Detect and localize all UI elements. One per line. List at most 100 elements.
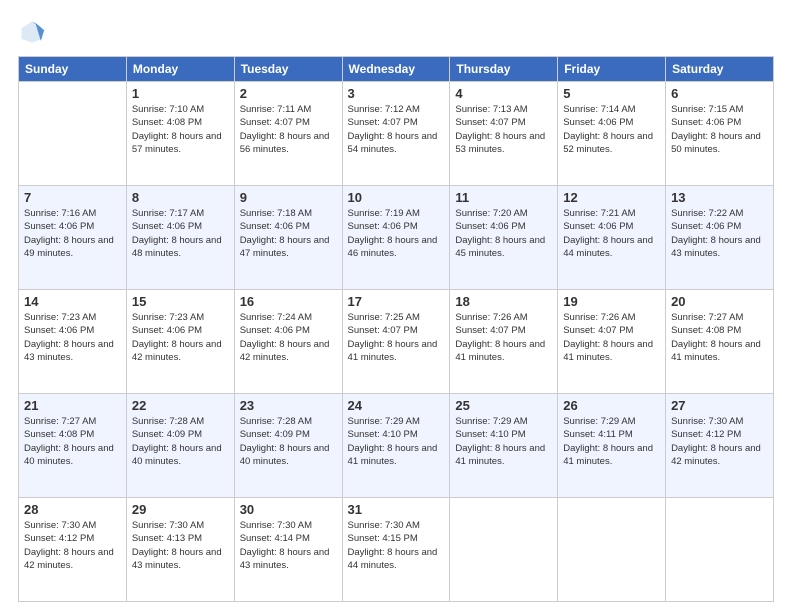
day-info: Sunrise: 7:28 AMSunset: 4:09 PMDaylight:… (240, 415, 337, 468)
calendar-cell: 7Sunrise: 7:16 AMSunset: 4:06 PMDaylight… (19, 186, 127, 290)
day-number: 25 (455, 398, 552, 413)
calendar-cell: 9 Sunrise: 7:18 AMSunset: 4:06 PMDaylight… (234, 186, 342, 290)
calendar-cell: 22 Sunrise: 7:28 AMSunset: 4:09 PMDayligh… (126, 394, 234, 498)
day-number: 12 (563, 190, 660, 205)
col-header-wednesday: Wednesday (342, 57, 450, 82)
day-number: 2 (240, 86, 337, 101)
logo-icon (18, 18, 46, 46)
calendar-cell: 19Sunrise: 7:26 AMSunset: 4:07 PMDayligh… (558, 290, 666, 394)
calendar-cell: 26Sunrise: 7:29 AMSunset: 4:11 PMDayligh… (558, 394, 666, 498)
day-number: 15 (132, 294, 229, 309)
day-info: Sunrise: 7:23 AMSunset: 4:06 PMDaylight:… (132, 311, 229, 364)
page: SundayMondayTuesdayWednesdayThursdayFrid… (0, 0, 792, 612)
calendar-cell (450, 498, 558, 602)
day-number: 5 (563, 86, 660, 101)
calendar-cell: 24 Sunrise: 7:29 AMSunset: 4:10 PMDayligh… (342, 394, 450, 498)
day-number: 22 (132, 398, 229, 413)
calendar-cell: 16Sunrise: 7:24 AMSunset: 4:06 PMDayligh… (234, 290, 342, 394)
day-info: Sunrise: 7:30 AMSunset: 4:15 PMDaylight:… (348, 519, 445, 572)
calendar-cell (666, 498, 774, 602)
col-header-tuesday: Tuesday (234, 57, 342, 82)
day-number: 29 (132, 502, 229, 517)
day-info: Sunrise: 7:23 AMSunset: 4:06 PMDaylight:… (24, 311, 121, 364)
calendar-cell: 5 Sunrise: 7:14 AMSunset: 4:06 PMDaylight… (558, 82, 666, 186)
calendar-cell: 6 Sunrise: 7:15 AMSunset: 4:06 PMDaylight… (666, 82, 774, 186)
col-header-monday: Monday (126, 57, 234, 82)
calendar-cell: 1 Sunrise: 7:10 AMSunset: 4:08 PMDaylight… (126, 82, 234, 186)
calendar-cell: 18 Sunrise: 7:26 AMSunset: 4:07 PMDayligh… (450, 290, 558, 394)
day-number: 19 (563, 294, 660, 309)
calendar-cell: 25Sunrise: 7:29 AMSunset: 4:10 PMDayligh… (450, 394, 558, 498)
day-number: 21 (24, 398, 121, 413)
day-number: 3 (348, 86, 445, 101)
day-number: 14 (24, 294, 121, 309)
calendar-cell: 17 Sunrise: 7:25 AMSunset: 4:07 PMDayligh… (342, 290, 450, 394)
day-number: 1 (132, 86, 229, 101)
day-info: Sunrise: 7:12 AMSunset: 4:07 PMDaylight:… (348, 103, 445, 156)
day-info: Sunrise: 7:21 AMSunset: 4:06 PMDaylight:… (563, 207, 660, 260)
day-info: Sunrise: 7:29 AMSunset: 4:11 PMDaylight:… (563, 415, 660, 468)
day-number: 10 (348, 190, 445, 205)
day-info: Sunrise: 7:17 AMSunset: 4:06 PMDaylight:… (132, 207, 229, 260)
calendar-header-row: SundayMondayTuesdayWednesdayThursdayFrid… (19, 57, 774, 82)
day-number: 11 (455, 190, 552, 205)
logo (18, 18, 50, 46)
calendar-cell: 27 Sunrise: 7:30 AMSunset: 4:12 PMDayligh… (666, 394, 774, 498)
calendar-cell: 14 Sunrise: 7:23 AMSunset: 4:06 PMDayligh… (19, 290, 127, 394)
day-number: 31 (348, 502, 445, 517)
col-header-friday: Friday (558, 57, 666, 82)
calendar-cell: 11 Sunrise: 7:20 AMSunset: 4:06 PMDayligh… (450, 186, 558, 290)
col-header-thursday: Thursday (450, 57, 558, 82)
day-info: Sunrise: 7:20 AMSunset: 4:06 PMDaylight:… (455, 207, 552, 260)
day-info: Sunrise: 7:18 AMSunset: 4:06 PMDaylight:… (240, 207, 337, 260)
day-info: Sunrise: 7:27 AMSunset: 4:08 PMDaylight:… (671, 311, 768, 364)
col-header-saturday: Saturday (666, 57, 774, 82)
day-info: Sunrise: 7:19 AMSunset: 4:06 PMDaylight:… (348, 207, 445, 260)
day-number: 4 (455, 86, 552, 101)
day-info: Sunrise: 7:10 AMSunset: 4:08 PMDaylight:… (132, 103, 229, 156)
calendar-week-1: 1 Sunrise: 7:10 AMSunset: 4:08 PMDaylight… (19, 82, 774, 186)
calendar-cell: 2Sunrise: 7:11 AMSunset: 4:07 PMDaylight… (234, 82, 342, 186)
calendar-week-3: 14 Sunrise: 7:23 AMSunset: 4:06 PMDayligh… (19, 290, 774, 394)
day-info: Sunrise: 7:28 AMSunset: 4:09 PMDaylight:… (132, 415, 229, 468)
day-info: Sunrise: 7:25 AMSunset: 4:07 PMDaylight:… (348, 311, 445, 364)
day-number: 23 (240, 398, 337, 413)
calendar-cell: 29 Sunrise: 7:30 AMSunset: 4:13 PMDayligh… (126, 498, 234, 602)
day-number: 30 (240, 502, 337, 517)
calendar-week-4: 21 Sunrise: 7:27 AMSunset: 4:08 PMDayligh… (19, 394, 774, 498)
calendar-week-2: 7Sunrise: 7:16 AMSunset: 4:06 PMDaylight… (19, 186, 774, 290)
calendar-cell: 23 Sunrise: 7:28 AMSunset: 4:09 PMDayligh… (234, 394, 342, 498)
calendar-week-5: 28 Sunrise: 7:30 AMSunset: 4:12 PMDayligh… (19, 498, 774, 602)
day-number: 13 (671, 190, 768, 205)
day-info: Sunrise: 7:22 AMSunset: 4:06 PMDaylight:… (671, 207, 768, 260)
day-number: 27 (671, 398, 768, 413)
day-number: 9 (240, 190, 337, 205)
calendar-table: SundayMondayTuesdayWednesdayThursdayFrid… (18, 56, 774, 602)
day-info: Sunrise: 7:26 AMSunset: 4:07 PMDaylight:… (455, 311, 552, 364)
day-number: 20 (671, 294, 768, 309)
day-number: 16 (240, 294, 337, 309)
day-info: Sunrise: 7:13 AMSunset: 4:07 PMDaylight:… (455, 103, 552, 156)
day-number: 24 (348, 398, 445, 413)
day-info: Sunrise: 7:30 AMSunset: 4:13 PMDaylight:… (132, 519, 229, 572)
calendar-cell: 4 Sunrise: 7:13 AMSunset: 4:07 PMDaylight… (450, 82, 558, 186)
calendar-cell: 10 Sunrise: 7:19 AMSunset: 4:06 PMDayligh… (342, 186, 450, 290)
calendar-cell: 31 Sunrise: 7:30 AMSunset: 4:15 PMDayligh… (342, 498, 450, 602)
day-number: 18 (455, 294, 552, 309)
day-info: Sunrise: 7:14 AMSunset: 4:06 PMDaylight:… (563, 103, 660, 156)
day-info: Sunrise: 7:15 AMSunset: 4:06 PMDaylight:… (671, 103, 768, 156)
header (18, 18, 774, 46)
day-info: Sunrise: 7:30 AMSunset: 4:14 PMDaylight:… (240, 519, 337, 572)
day-info: Sunrise: 7:30 AMSunset: 4:12 PMDaylight:… (671, 415, 768, 468)
day-info: Sunrise: 7:29 AMSunset: 4:10 PMDaylight:… (348, 415, 445, 468)
day-info: Sunrise: 7:27 AMSunset: 4:08 PMDaylight:… (24, 415, 121, 468)
calendar-cell: 28 Sunrise: 7:30 AMSunset: 4:12 PMDayligh… (19, 498, 127, 602)
day-number: 6 (671, 86, 768, 101)
col-header-sunday: Sunday (19, 57, 127, 82)
calendar-cell: 3 Sunrise: 7:12 AMSunset: 4:07 PMDaylight… (342, 82, 450, 186)
calendar-cell: 20 Sunrise: 7:27 AMSunset: 4:08 PMDayligh… (666, 290, 774, 394)
day-number: 17 (348, 294, 445, 309)
day-info: Sunrise: 7:30 AMSunset: 4:12 PMDaylight:… (24, 519, 121, 572)
calendar-cell (558, 498, 666, 602)
day-number: 28 (24, 502, 121, 517)
